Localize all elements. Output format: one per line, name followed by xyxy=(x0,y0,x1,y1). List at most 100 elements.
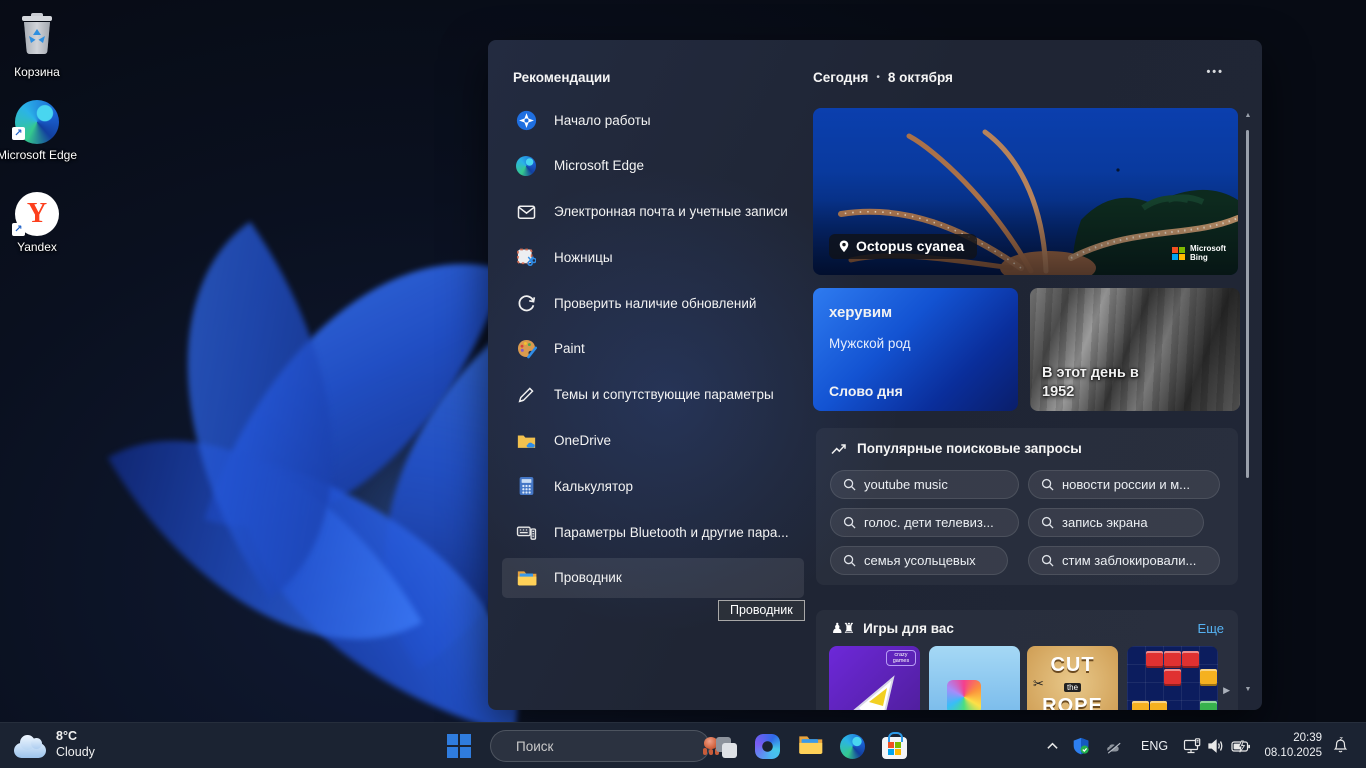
popular-searches-card: Популярные поисковые запросы youtube mus… xyxy=(816,428,1238,585)
file-explorer-button[interactable] xyxy=(797,732,823,761)
battery-charging-icon xyxy=(1231,740,1251,753)
rec-item-label: Калькулятор xyxy=(554,479,633,494)
microsoft-store-button[interactable] xyxy=(882,737,907,759)
taskbar-clock[interactable]: 20:39 08.10.2025 xyxy=(1256,731,1322,761)
scrollbar-thumb[interactable] xyxy=(1246,130,1249,478)
location-pin-icon xyxy=(838,239,850,254)
hidden-icons-chevron[interactable] xyxy=(1046,723,1059,768)
ethernet-network-icon xyxy=(1183,738,1202,755)
word-of-day-gender: Мужской род xyxy=(829,336,911,351)
search-icon xyxy=(843,554,856,567)
rec-item-check-updates[interactable]: Проверить наличие обновлений xyxy=(502,283,804,323)
rec-item-label: Параметры Bluetooth и другие пара... xyxy=(554,525,789,540)
volume-tray-icon[interactable] xyxy=(1207,723,1225,768)
search-icon xyxy=(1041,478,1054,491)
game-thumb-crazy-games[interactable]: crazy games xyxy=(829,646,920,710)
desktop-icon-label: Yandex xyxy=(0,240,80,254)
network-tray-icon[interactable] xyxy=(1183,723,1202,768)
search-pill[interactable]: голос. дети телевиз... xyxy=(830,508,1019,537)
search-home-panel: Рекомендации Начало работы Microsoft Edg… xyxy=(488,40,1262,710)
language-indicator[interactable]: ENG xyxy=(1141,723,1168,768)
bing-location-pill[interactable]: Octopus cyanea xyxy=(829,234,977,259)
rec-item-label: Paint xyxy=(554,341,585,356)
battery-tray-icon[interactable] xyxy=(1231,723,1251,768)
desktop-icon-yandex[interactable]: Y ↗ Yandex xyxy=(0,192,80,254)
today-date: 8 октября xyxy=(888,70,953,85)
rec-item-onedrive[interactable]: OneDrive xyxy=(502,421,804,461)
onedrive-tray-icon[interactable] xyxy=(1104,723,1124,768)
scissors-icon: ✂ xyxy=(1033,676,1044,692)
trending-icon xyxy=(831,442,847,455)
game-thumb-rainbow-cube[interactable]: 2048 xyxy=(929,646,1020,710)
search-pill[interactable]: новости россии и м... xyxy=(1028,470,1220,499)
file-explorer-icon xyxy=(797,732,823,756)
rec-item-file-explorer[interactable]: Проводник xyxy=(502,558,804,598)
search-pill[interactable]: семья усольцевых xyxy=(830,546,1008,575)
rec-item-label: Microsoft Edge xyxy=(554,158,644,173)
taskbar-weather-widget[interactable]: 8°C Cloudy xyxy=(14,728,95,760)
games-next-arrow[interactable]: ▶ xyxy=(1223,685,1230,696)
bing-image-card[interactable]: Octopus cyanea MicrosoftBing xyxy=(813,108,1238,275)
taskbar: 8°C Cloudy xyxy=(0,722,1366,768)
scrollbar-down-arrow[interactable]: ▼ xyxy=(1241,686,1255,693)
themes-brush-icon xyxy=(515,384,537,406)
rec-item-snipping-tool[interactable]: Ножницы xyxy=(502,237,804,277)
scrollbar-up-arrow[interactable]: ▲ xyxy=(1241,112,1255,119)
start-button[interactable] xyxy=(447,734,471,758)
search-pill[interactable]: запись экрана xyxy=(1028,508,1204,537)
on-this-day-card[interactable]: В этот день в 1952 xyxy=(1030,288,1240,411)
rec-item-microsoft-edge[interactable]: Microsoft Edge xyxy=(502,146,804,186)
notification-center-button[interactable] xyxy=(1332,723,1349,768)
dot-separator: • xyxy=(876,72,880,83)
desktop-icon-label: Microsoft Edge xyxy=(0,148,80,162)
shortcut-arrow-icon: ↗ xyxy=(12,127,25,140)
game-thumb-cut-the-rope[interactable]: CUT the ROPE ✂ xyxy=(1027,646,1118,710)
copilot-button[interactable] xyxy=(755,734,780,759)
widgets-more-menu[interactable]: ••• xyxy=(1206,66,1224,78)
rec-item-label: Темы и сопутствующие параметры xyxy=(554,387,774,402)
search-icon xyxy=(843,478,856,491)
cut-the-rope-word: CUT xyxy=(1027,654,1118,677)
language-label: ENG xyxy=(1141,739,1168,753)
rec-item-bluetooth-settings[interactable]: Параметры Bluetooth и другие пара... xyxy=(502,512,804,552)
popular-searches-title: Популярные поисковые запросы xyxy=(857,441,1082,456)
search-pill[interactable]: youtube music xyxy=(830,470,1019,499)
games-more-link[interactable]: Еще xyxy=(1198,621,1224,636)
bluetooth-settings-icon xyxy=(515,521,537,543)
rec-item-label: Начало работы xyxy=(554,113,651,128)
games-header: ♟♜ Игры для вас xyxy=(831,620,954,637)
search-pill[interactable]: стим заблокировали... xyxy=(1028,546,1220,575)
search-input[interactable] xyxy=(516,739,693,754)
on-this-day-caption: В этот день в 1952 xyxy=(1042,364,1172,402)
cut-the-rope-word: ROPE xyxy=(1027,695,1118,710)
rec-item-label: Проверить наличие обновлений xyxy=(554,296,756,311)
getting-started-icon xyxy=(515,109,537,131)
onedrive-offline-icon xyxy=(1104,739,1124,754)
edge-button[interactable] xyxy=(840,734,865,759)
file-explorer-tooltip: Проводник xyxy=(718,600,805,621)
game-thumb-block-puzzle[interactable] xyxy=(1127,646,1218,710)
desktop-icon-edge[interactable]: ↗ Microsoft Edge xyxy=(0,100,80,162)
task-view-button[interactable] xyxy=(714,735,738,759)
rec-item-themes[interactable]: Темы и сопутствующие параметры xyxy=(502,375,804,415)
rec-item-paint[interactable]: Paint xyxy=(502,329,804,369)
recommendations-list: Начало работы Microsoft Edge Электронная… xyxy=(502,100,804,604)
rec-item-mail-accounts[interactable]: Электронная почта и учетные записи xyxy=(502,192,804,232)
rec-item-calculator[interactable]: Калькулятор xyxy=(502,466,804,506)
word-of-day-card[interactable]: херувим Мужской род Слово дня xyxy=(813,288,1018,411)
desktop-icon-recycle-bin[interactable]: Корзина xyxy=(0,12,80,79)
games-title: Игры для вас xyxy=(863,621,954,636)
security-tray-icon[interactable] xyxy=(1072,723,1090,768)
clock-time: 20:39 xyxy=(1256,731,1322,746)
taskbar-search-box[interactable] xyxy=(490,730,710,762)
cloud-icon xyxy=(14,743,46,758)
cut-the-rope-word: the xyxy=(1064,683,1081,692)
word-of-day-caption: Слово дня xyxy=(829,383,903,399)
weather-condition: Cloudy xyxy=(56,744,95,760)
defender-shield-icon xyxy=(1072,737,1090,755)
rec-item-getting-started[interactable]: Начало работы xyxy=(502,100,804,140)
desktop-icon-label: Корзина xyxy=(0,65,80,79)
today-header: Сегодня • 8 октября xyxy=(813,70,953,85)
file-explorer-icon xyxy=(515,567,537,589)
recycle-bin-icon xyxy=(17,12,57,56)
